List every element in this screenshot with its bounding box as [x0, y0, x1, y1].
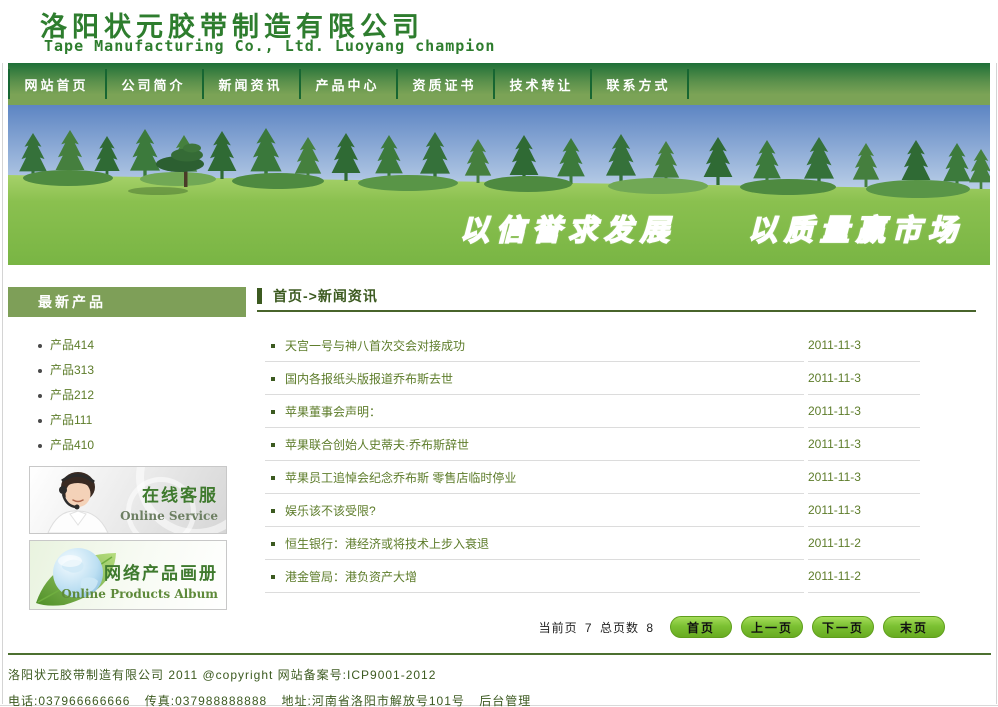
news-title-link[interactable]: 天宫一号与神八首次交会对接成功 — [265, 329, 804, 362]
nav-item-contact[interactable]: 联系方式 — [590, 63, 687, 105]
news-row: 苹果董事会声明： 2011-11-3 — [265, 395, 920, 428]
first-page-button[interactable]: 首页 — [670, 616, 732, 638]
news-title-link[interactable]: 苹果董事会声明： — [265, 395, 804, 428]
online-service-title: 在线客服 — [142, 486, 218, 506]
news-date: 2011-11-3 — [808, 395, 920, 428]
pagination-info: 当前页 7 总页数 8 — [539, 619, 657, 636]
nav-item-news[interactable]: 新闻资讯 — [202, 63, 299, 105]
total-pages-label: 总页数 — [599, 620, 639, 635]
breadcrumb: 首页->新闻资讯 — [257, 287, 976, 305]
online-service-banner[interactable]: 在线客服 Online Service — [29, 466, 227, 534]
customer-service-agent-photo — [47, 472, 109, 533]
news-row: 恒生银行：港经济或将技术上步入衰退 2011-11-2 — [265, 527, 920, 560]
page-left-border — [2, 0, 3, 704]
online-service-text: 在线客服 Online Service — [120, 481, 218, 523]
header: 洛阳状元胶带制造有限公司 Tape Manufacturing Co., Ltd… — [0, 0, 998, 63]
admin-login-link[interactable]: 后台管理 — [479, 694, 531, 707]
nav-item-certificates[interactable]: 资质证书 — [396, 63, 493, 105]
footer-address: 地址:河南省洛阳市解放号101号 — [281, 694, 465, 707]
breadcrumb-underline — [257, 310, 976, 312]
banner-slogan: 以信誉求发展 以质量赢市场 — [459, 212, 964, 248]
product-link[interactable]: 产品111 — [8, 408, 246, 433]
main-content: 首页->新闻资讯 天宫一号与神八首次交会对接成功 2011-11-3 国内各报纸… — [257, 287, 976, 638]
news-date: 2011-11-3 — [808, 428, 920, 461]
footer-divider — [8, 653, 991, 655]
pagination: 当前页 7 总页数 8 首页 上一页 下一页 末页 — [257, 616, 945, 638]
current-page-label: 当前页 — [538, 620, 578, 635]
online-service-subtitle: Online Service — [120, 509, 218, 523]
news-row: 港金管局：港负资产大增 2011-11-2 — [265, 560, 920, 593]
last-page-button[interactable]: 末页 — [883, 616, 945, 638]
news-row: 娱乐该不该受限? 2011-11-3 — [265, 494, 920, 527]
footer-fax: 传真:037988888888 — [144, 694, 268, 707]
news-title-link[interactable]: 娱乐该不该受限? — [265, 494, 804, 527]
breadcrumb-accent-bar — [257, 288, 262, 304]
news-title-link[interactable]: 国内各报纸头版报道乔布斯去世 — [265, 362, 804, 395]
product-link[interactable]: 产品410 — [8, 433, 246, 458]
news-date: 2011-11-3 — [808, 329, 920, 362]
sidebar: 最新产品 产品414 产品313 产品212 产品111 产品410 在线客服 … — [8, 287, 246, 610]
products-album-banner[interactable]: 网络产品画册 Online Products Album — [29, 540, 227, 610]
news-row: 苹果联合创始人史蒂夫·乔布斯辞世 2011-11-3 — [265, 428, 920, 461]
product-list: 产品414 产品313 产品212 产品111 产品410 — [8, 333, 246, 458]
news-date: 2011-11-2 — [808, 527, 920, 560]
products-album-subtitle: Online Products Album — [61, 587, 218, 601]
page-right-border — [996, 0, 997, 704]
products-album-text: 网络产品画册 Online Products Album — [61, 559, 218, 601]
nav-item-home[interactable]: 网站首页 — [8, 63, 105, 105]
news-date: 2011-11-2 — [808, 560, 920, 593]
next-page-button[interactable]: 下一页 — [812, 616, 874, 638]
footer-copyright: 洛阳状元胶带制造有限公司 2011 @copyright 网站备案号:ICP90… — [8, 668, 437, 682]
main-nav: 网站首页 公司简介 新闻资讯 产品中心 资质证书 技术转让 联系方式 — [8, 63, 990, 105]
site-subtitle: Tape Manufacturing Co., Ltd. Luoyang cha… — [44, 37, 496, 55]
sidebar-title: 最新产品 — [8, 287, 246, 317]
page: 洛阳状元胶带制造有限公司 Tape Manufacturing Co., Ltd… — [0, 0, 998, 707]
news-row: 国内各报纸头版报道乔布斯去世 2011-11-3 — [265, 362, 920, 395]
news-list: 天宫一号与神八首次交会对接成功 2011-11-3 国内各报纸头版报道乔布斯去世… — [265, 329, 920, 593]
news-date: 2011-11-3 — [808, 494, 920, 527]
product-link[interactable]: 产品414 — [8, 333, 246, 358]
breadcrumb-text: 首页->新闻资讯 — [273, 288, 378, 304]
nav-item-products[interactable]: 产品中心 — [299, 63, 396, 105]
footer: 洛阳状元胶带制造有限公司 2011 @copyright 网站备案号:ICP90… — [8, 653, 991, 707]
current-page-number: 7 — [584, 620, 593, 635]
product-link[interactable]: 产品313 — [8, 358, 246, 383]
prev-page-button[interactable]: 上一页 — [741, 616, 803, 638]
news-title-link[interactable]: 苹果员工追悼会纪念乔布斯 零售店临时停业 — [265, 461, 804, 494]
news-title-link[interactable]: 恒生银行：港经济或将技术上步入衰退 — [265, 527, 804, 560]
footer-phone: 电话:037966666666 — [8, 694, 131, 707]
news-row: 天宫一号与神八首次交会对接成功 2011-11-3 — [265, 329, 920, 362]
hero-banner: 以信誉求发展 以质量赢市场 — [8, 105, 990, 265]
total-pages-number: 8 — [646, 620, 654, 635]
nav-item-tech-transfer[interactable]: 技术转让 — [493, 63, 590, 105]
products-album-title: 网络产品画册 — [104, 564, 218, 584]
footer-contact: 电话:037966666666 传真:037988888888 地址:河南省洛阳… — [8, 692, 991, 707]
news-title-link[interactable]: 港金管局：港负资产大增 — [265, 560, 804, 593]
nav-divider — [687, 69, 689, 99]
news-date: 2011-11-3 — [808, 461, 920, 494]
product-link[interactable]: 产品212 — [8, 383, 246, 408]
news-row: 苹果员工追悼会纪念乔布斯 零售店临时停业 2011-11-3 — [265, 461, 920, 494]
news-title-link[interactable]: 苹果联合创始人史蒂夫·乔布斯辞世 — [265, 428, 804, 461]
news-date: 2011-11-3 — [808, 362, 920, 395]
nav-item-about[interactable]: 公司简介 — [105, 63, 202, 105]
